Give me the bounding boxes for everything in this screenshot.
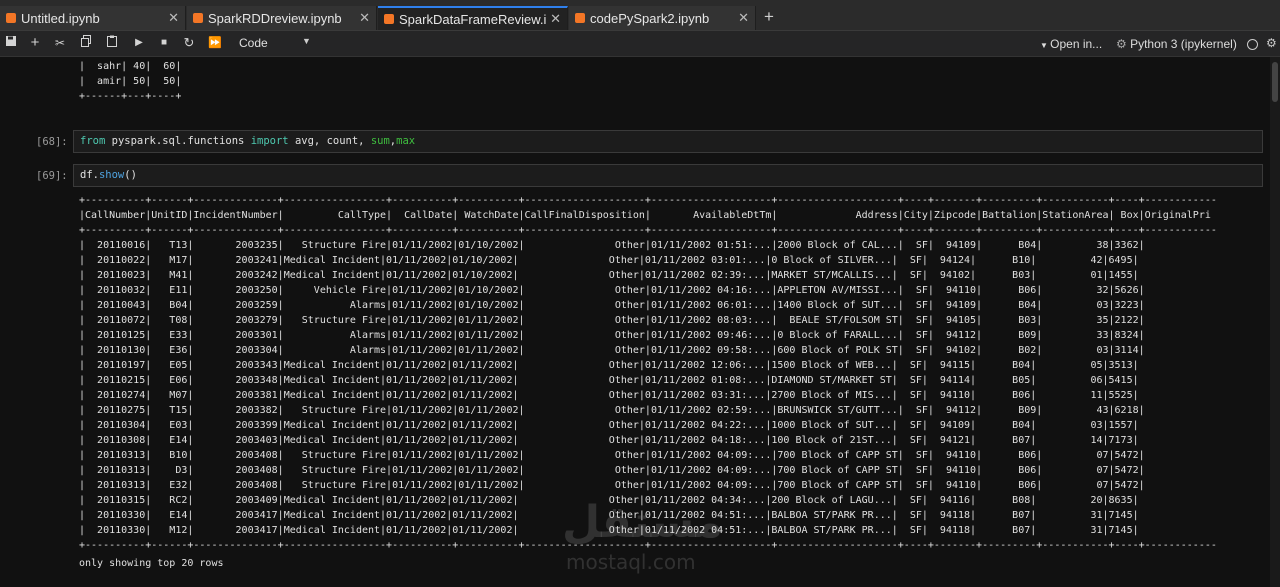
code-token: from [80, 135, 106, 147]
notebook-icon [6, 13, 16, 23]
tab-untitled[interactable]: Untitled.ipynb ✕ [0, 6, 186, 30]
close-icon[interactable]: ✕ [359, 10, 370, 26]
close-icon[interactable]: ✕ [550, 11, 561, 27]
tab-label: SparkRDDreview.ipynb [208, 10, 342, 26]
tab-codepyspark2[interactable]: codePySpark2.ipynb ✕ [569, 6, 756, 30]
tab-label: SparkDataFrameReview.ipynb [399, 11, 547, 27]
code-token: () [124, 169, 137, 181]
copy-icon[interactable] [78, 35, 94, 51]
notebook-icon [575, 13, 585, 23]
settings-icon[interactable]: ⚙ [1266, 36, 1277, 50]
code-token: avg, count, [288, 135, 371, 147]
code-token: sum [370, 135, 390, 147]
notebook-area[interactable]: | sahr| 40| 60| | amir| 50| 50| +------+… [0, 57, 1270, 587]
caret-down-icon: ▼ [1040, 41, 1051, 50]
previous-output: | sahr| 40| 60| | amir| 50| 50| +------+… [79, 59, 181, 104]
tab-sparkdataframereview[interactable]: SparkDataFrameReview.ipynb ✕ [378, 6, 568, 30]
watermark-text: mostaql.com [566, 550, 696, 574]
tab-label: codePySpark2.ipynb [590, 10, 710, 26]
open-in-label: Open in... [1050, 37, 1103, 51]
gear-icon: ⚙ [1116, 37, 1131, 51]
tab-sparkrddreview[interactable]: SparkRDDreview.ipynb ✕ [187, 6, 377, 30]
kernel-label: Python 3 (ipykernel) [1130, 37, 1237, 51]
tab-label: Untitled.ipynb [21, 10, 100, 26]
close-icon[interactable]: ✕ [168, 10, 179, 26]
previous-output-table: | sahr| 40| 60| | amir| 50| 50| +------+… [79, 61, 182, 102]
scrollbar-thumb[interactable] [1272, 62, 1278, 102]
paste-icon[interactable] [104, 35, 120, 51]
code-token: show [98, 169, 125, 181]
kernel-status-icon [1247, 39, 1258, 50]
cell-type-select[interactable]: Code [239, 36, 268, 50]
run-all-icon[interactable]: ⏩ [207, 35, 223, 51]
code-token: pyspark.sql.functions [105, 135, 251, 147]
insert-cell-icon[interactable]: + [27, 35, 43, 51]
code-token: max [396, 135, 416, 147]
notebook-icon [384, 14, 394, 24]
stop-icon[interactable]: ■ [156, 35, 172, 51]
code-cell-69[interactable]: df.show() [73, 164, 1263, 187]
close-icon[interactable]: ✕ [738, 10, 749, 26]
add-tab-button[interactable]: + [760, 7, 778, 27]
save-icon[interactable] [3, 35, 19, 51]
restart-icon[interactable]: ↻ [181, 35, 197, 51]
code-token: import [250, 135, 289, 147]
scrollbar[interactable] [1270, 57, 1280, 587]
run-icon[interactable]: ▶ [131, 35, 147, 51]
chevron-down-icon[interactable]: ▼ [302, 36, 311, 46]
cell-prompt: [69]: [36, 170, 68, 182]
notebook-icon [193, 13, 203, 23]
code-token: df. [80, 169, 99, 181]
tab-bar: Untitled.ipynb ✕ SparkRDDreview.ipynb ✕ … [0, 0, 1280, 31]
cut-icon[interactable]: ✂ [52, 35, 68, 51]
cell-prompt: [68]: [36, 136, 68, 148]
kernel-selector[interactable]: ⚙ Python 3 (ipykernel) [1116, 37, 1237, 51]
open-in-button[interactable]: ▼ Open in... [1040, 37, 1102, 51]
code-cell-68[interactable]: from pyspark.sql.functions import avg, c… [73, 130, 1263, 153]
notebook-toolbar: + ✂ ▶ ■ ↻ ⏩ Code ▼ ▼ Open in... ⚙ Python… [0, 31, 1280, 57]
watermark-logo: مستقل [562, 497, 723, 548]
